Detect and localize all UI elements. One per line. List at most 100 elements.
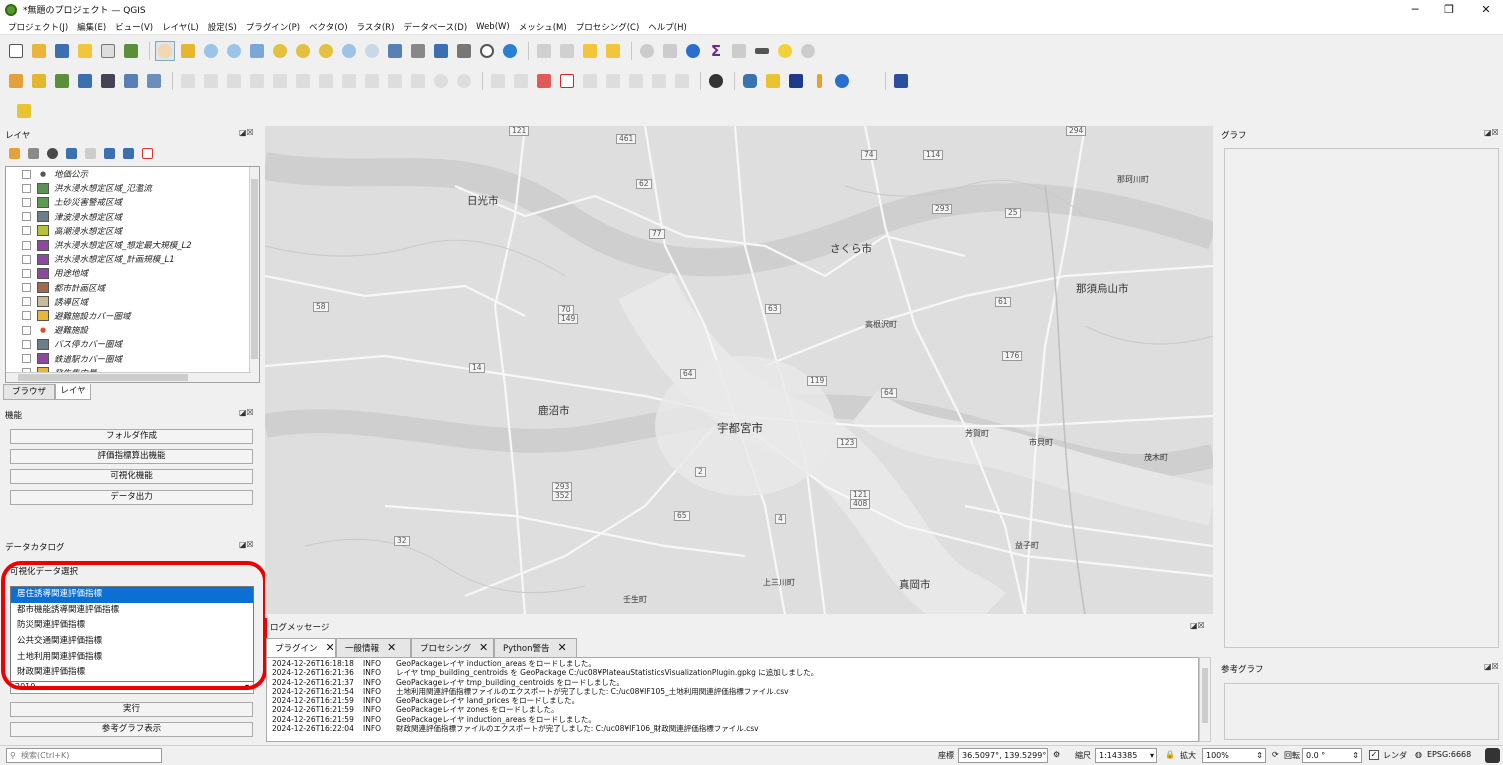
change-label-icon[interactable]: [649, 71, 669, 91]
current-edits-icon[interactable]: [201, 71, 221, 91]
identify-icon[interactable]: [637, 41, 657, 61]
refresh-icon[interactable]: [500, 41, 520, 61]
lock-icon[interactable]: 🔒: [1165, 750, 1175, 759]
menu-mesh[interactable]: メッシュ(M): [519, 21, 567, 33]
rotation-field[interactable]: 0.0 ° ⇕: [1302, 748, 1362, 763]
scrollbar-thumb[interactable]: [251, 179, 258, 359]
locator-search-input[interactable]: ⚲ 検索(Ctrl+K): [6, 748, 162, 763]
delete-selected-icon[interactable]: [339, 71, 359, 91]
layer-tree[interactable]: ● 地価公示 洪水浸水想定区域_氾濫流 土砂災害警戒区域 津波浸水想定区域 高潮浸水想定区…: [5, 166, 260, 383]
tab-log-plugins[interactable]: プラグイン ✕: [266, 638, 336, 657]
layer-item[interactable]: 津波浸水想定区域: [6, 210, 259, 224]
scale-field[interactable]: 1:143385 ▾: [1095, 748, 1157, 763]
cube-plugin-icon[interactable]: [786, 71, 806, 91]
new-3d-view-icon[interactable]: [408, 41, 428, 61]
layer-visibility-checkbox[interactable]: [22, 183, 31, 193]
field-calc-icon[interactable]: [729, 41, 749, 61]
layer-visibility-checkbox[interactable]: [22, 197, 31, 207]
layer-visibility-checkbox[interactable]: [22, 339, 31, 349]
panel-float-close-icon[interactable]: ◪☒: [239, 128, 254, 137]
vertex-tool-icon[interactable]: [293, 71, 313, 91]
attribute-table-icon[interactable]: [660, 41, 680, 61]
layer-visibility-checkbox[interactable]: [22, 311, 31, 321]
layer-visibility-checkbox[interactable]: [22, 354, 31, 364]
layer-item[interactable]: 鉄道駅カバー圏域: [6, 351, 259, 365]
map-tips-icon[interactable]: [798, 41, 818, 61]
tab-log-python-warnings[interactable]: Python警告 ✕: [494, 638, 577, 657]
layer-item[interactable]: 都市計画区域: [6, 281, 259, 295]
crs-button[interactable]: EPSG:6668: [1427, 750, 1471, 759]
layer-item[interactable]: ● 地価公示: [6, 167, 259, 181]
layer-item[interactable]: 洪水浸水想定区域_計画規模_L1: [6, 252, 259, 266]
print-layout-icon[interactable]: [75, 41, 95, 61]
add-mesh-icon[interactable]: [121, 71, 141, 91]
redo-icon[interactable]: [454, 71, 474, 91]
select-location-icon[interactable]: [603, 41, 623, 61]
menu-settings[interactable]: 設定(S): [208, 21, 237, 33]
add-feature-icon[interactable]: [270, 71, 290, 91]
zoom-in-icon[interactable]: [201, 41, 221, 61]
add-spatialite-icon[interactable]: [75, 71, 95, 91]
close-tab-icon[interactable]: ✕: [387, 641, 396, 654]
layer-tree-horizontal-scrollbar[interactable]: [6, 372, 251, 382]
pan-hand-icon[interactable]: [155, 41, 175, 61]
plateau-plugin-icon[interactable]: [763, 71, 783, 91]
menu-raster[interactable]: ラスタ(R): [357, 21, 395, 33]
open-project-icon[interactable]: [29, 41, 49, 61]
filter-expression-icon[interactable]: [82, 145, 98, 161]
label-highlight-icon[interactable]: [534, 71, 554, 91]
expand-all-icon[interactable]: [101, 145, 117, 161]
layer-tree-vertical-scrollbar[interactable]: [249, 167, 259, 382]
tab-log-processing[interactable]: プロセシング ✕: [411, 638, 494, 657]
run-button[interactable]: 実行: [10, 702, 253, 717]
menu-database[interactable]: データベース(D): [403, 21, 467, 33]
layer-visibility-checkbox[interactable]: [22, 268, 31, 278]
log-scrollbar[interactable]: [1199, 657, 1211, 742]
globe-plugin-icon[interactable]: [706, 71, 726, 91]
save-edits-icon[interactable]: [224, 71, 244, 91]
menu-project[interactable]: プロジェクト(J): [8, 21, 68, 33]
layer-visibility-checkbox[interactable]: [22, 254, 31, 264]
menu-processing[interactable]: プロセシング(C): [576, 21, 640, 33]
layer-item[interactable]: 用途地域: [6, 266, 259, 280]
tab-log-general[interactable]: 一般情報 ✕: [336, 638, 411, 657]
new-project-icon[interactable]: [6, 41, 26, 61]
layer-item[interactable]: 高潮浸水想定区域: [6, 224, 259, 238]
map-canvas[interactable]: 日光市 さくら市 那須烏山市 那珂川町 鹿沼市 宇都宮市 芳賀町 市貝町 茂木町…: [265, 126, 1213, 615]
layer-visibility-checkbox[interactable]: [22, 212, 31, 222]
statistics-sigma-icon[interactable]: Σ: [706, 41, 726, 61]
plugin-toolbar-icon[interactable]: [14, 101, 34, 121]
layer-item[interactable]: 土砂災害警戒区域: [6, 195, 259, 209]
zoom-native-icon[interactable]: [316, 41, 336, 61]
add-raster-icon[interactable]: [98, 71, 118, 91]
layer-visibility-checkbox[interactable]: [22, 226, 31, 236]
menu-plugins[interactable]: プラグイン(P): [246, 21, 300, 33]
layer-item[interactable]: 洪水浸水想定区域_想定最大規模_L2: [6, 238, 259, 252]
modify-attributes-icon[interactable]: [316, 71, 336, 91]
label-toolbar-icon[interactable]: [488, 71, 508, 91]
show-hide-labels-icon[interactable]: [580, 71, 600, 91]
toggle-editing-icon[interactable]: [178, 71, 198, 91]
messages-icon[interactable]: [1485, 748, 1500, 763]
help-icon[interactable]: [891, 71, 911, 91]
undo-arrow-icon[interactable]: [832, 71, 852, 91]
select-value-icon[interactable]: [557, 41, 577, 61]
style-manager-icon[interactable]: [121, 41, 141, 61]
layer-item[interactable]: バス停カバー圏域: [6, 337, 259, 351]
calculate-indicators-button[interactable]: 評価指標算出機能: [10, 449, 253, 464]
layer-visibility-checkbox[interactable]: [22, 240, 31, 250]
deselect-icon[interactable]: [580, 41, 600, 61]
layer-item[interactable]: 避難施設カバー圏域: [6, 309, 259, 323]
save-project-icon[interactable]: [52, 41, 72, 61]
select-features-icon[interactable]: [534, 41, 554, 61]
collapse-all-icon[interactable]: [120, 145, 136, 161]
panel-float-close-icon[interactable]: ◪☒: [239, 408, 254, 417]
label-diagram-icon[interactable]: [672, 71, 692, 91]
menu-web[interactable]: Web(W): [476, 22, 510, 32]
minimize-button[interactable]: ─: [1398, 0, 1432, 19]
zoom-selection-icon[interactable]: [270, 41, 290, 61]
tab-browser[interactable]: ブラウザ: [3, 384, 55, 400]
coordinate-toggle-icon[interactable]: ⚙: [1053, 750, 1060, 759]
layer-item[interactable]: 誘導区域: [6, 295, 259, 309]
layer-item[interactable]: ● 避難施設: [6, 323, 259, 337]
